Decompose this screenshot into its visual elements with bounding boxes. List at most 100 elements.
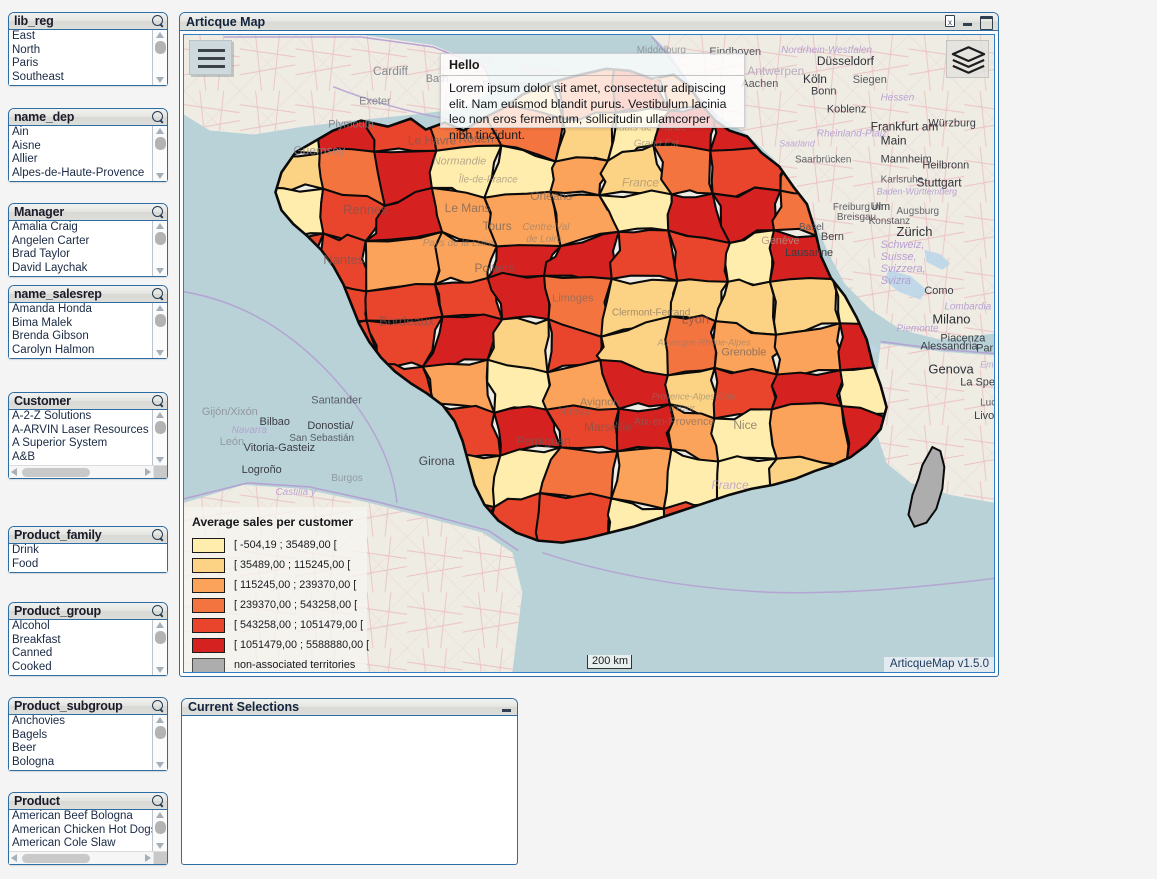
- list-item[interactable]: Angelen Carter: [9, 235, 152, 249]
- scrollbar-thumb[interactable]: [22, 854, 90, 863]
- list-item[interactable]: Brad Taylor: [9, 248, 152, 262]
- vertical-scrollbar[interactable]: [153, 715, 167, 770]
- search-icon[interactable]: [150, 205, 165, 220]
- list-item[interactable]: Bagels: [9, 729, 152, 743]
- list-item[interactable]: Alcohol: [9, 620, 152, 634]
- list-item[interactable]: North: [9, 44, 152, 58]
- list-item[interactable]: Southeast: [9, 71, 152, 85]
- listbox-items-name-dep[interactable]: Ain Aisne Allier Alpes-de-Haute-Provence: [9, 126, 153, 181]
- vertical-scrollbar[interactable]: [153, 303, 167, 358]
- scrollbar-thumb[interactable]: [155, 821, 166, 834]
- scroll-down-arrow-icon[interactable]: [155, 348, 165, 357]
- menu-icon[interactable]: [189, 40, 232, 75]
- vertical-scrollbar[interactable]: [153, 810, 167, 851]
- listbox-title-bar-manager[interactable]: Manager: [9, 204, 167, 221]
- scrollbar-thumb[interactable]: [155, 232, 166, 245]
- list-item[interactable]: American Chicken Hot Dogs: [9, 824, 152, 838]
- list-item[interactable]: East: [9, 30, 152, 44]
- list-item[interactable]: Aisne: [9, 140, 152, 154]
- listbox-items-product-family[interactable]: Drink Food: [9, 544, 167, 572]
- listbox-items-product-subgroup[interactable]: Anchovies Bagels Beer Bologna: [9, 715, 153, 770]
- list-item[interactable]: Allier: [9, 153, 152, 167]
- search-icon[interactable]: [150, 794, 165, 809]
- list-item[interactable]: Bologna: [9, 756, 152, 770]
- scroll-down-arrow-icon[interactable]: [155, 455, 165, 464]
- list-item[interactable]: Drink: [9, 544, 167, 558]
- list-item[interactable]: David Laychak: [9, 262, 152, 276]
- scroll-up-arrow-icon[interactable]: [155, 304, 165, 313]
- list-item[interactable]: American Cole Slaw: [9, 837, 152, 851]
- list-item[interactable]: Anchovies: [9, 715, 152, 729]
- scrollbar-thumb[interactable]: [155, 137, 166, 150]
- list-item[interactable]: Alpes-de-Haute-Provence: [9, 167, 152, 181]
- list-item[interactable]: American Beef Bologna: [9, 810, 152, 824]
- listbox-items-manager[interactable]: Amalia Craig Angelen Carter Brad Taylor Dav…: [9, 221, 153, 276]
- list-item[interactable]: Food: [9, 558, 167, 572]
- scroll-down-arrow-icon[interactable]: [155, 665, 165, 674]
- list-item[interactable]: A&B: [9, 451, 152, 465]
- scroll-up-arrow-icon[interactable]: [155, 222, 165, 231]
- listbox-title-bar-product-family[interactable]: Product_family: [9, 527, 167, 544]
- horizontal-scrollbar[interactable]: [9, 851, 167, 864]
- list-item[interactable]: Canned: [9, 647, 152, 661]
- listbox-title-bar-name-dep[interactable]: name_dep: [9, 109, 167, 126]
- vertical-scrollbar[interactable]: [153, 30, 167, 85]
- scroll-left-arrow-icon[interactable]: [11, 854, 20, 863]
- scroll-right-arrow-icon[interactable]: [142, 854, 151, 863]
- list-item[interactable]: Bima Malek: [9, 317, 152, 331]
- listbox-items-name-salesrep[interactable]: Amanda Honda Bima Malek Brenda Gibson Carol…: [9, 303, 153, 358]
- listbox-items-customer[interactable]: A-2-Z Solutions A-ARVIN Laser Resources A …: [9, 410, 153, 465]
- vertical-scrollbar[interactable]: [153, 221, 167, 276]
- list-item[interactable]: Amalia Craig: [9, 221, 152, 235]
- search-icon[interactable]: [150, 394, 165, 409]
- scrollbar-thumb[interactable]: [155, 314, 166, 327]
- scrollbar-thumb[interactable]: [22, 468, 90, 477]
- vertical-scrollbar[interactable]: [153, 126, 167, 181]
- horizontal-scrollbar[interactable]: [9, 465, 167, 478]
- search-icon[interactable]: [150, 110, 165, 125]
- search-icon[interactable]: [150, 14, 165, 29]
- list-item[interactable]: Breakfast: [9, 634, 152, 648]
- scroll-down-arrow-icon[interactable]: [155, 266, 165, 275]
- current-selections-title-bar[interactable]: Current Selections: [182, 699, 517, 716]
- scroll-up-arrow-icon[interactable]: [155, 411, 165, 420]
- scroll-down-arrow-icon[interactable]: [155, 75, 165, 84]
- listbox-title-bar-product-subgroup[interactable]: Product_subgroup: [9, 698, 167, 715]
- list-item[interactable]: Brenda Gibson: [9, 330, 152, 344]
- scrollbar-thumb[interactable]: [155, 421, 166, 434]
- scroll-left-arrow-icon[interactable]: [11, 468, 20, 477]
- vertical-scrollbar[interactable]: [153, 620, 167, 675]
- list-item[interactable]: A-ARVIN Laser Resources: [9, 424, 152, 438]
- list-item[interactable]: Beer: [9, 742, 152, 756]
- scroll-up-arrow-icon[interactable]: [155, 716, 165, 725]
- scroll-down-arrow-icon[interactable]: [155, 760, 165, 769]
- scroll-up-arrow-icon[interactable]: [155, 811, 165, 820]
- list-item[interactable]: Carolyn Halmon: [9, 344, 152, 358]
- current-selections-list[interactable]: [184, 718, 515, 862]
- listbox-title-bar-product-group[interactable]: Product_group: [9, 603, 167, 620]
- search-icon[interactable]: [150, 604, 165, 619]
- map-title-bar[interactable]: Articque Map: [180, 13, 998, 31]
- listbox-items-lib-reg[interactable]: East North Paris Southeast: [9, 30, 153, 85]
- scrollbar-thumb[interactable]: [155, 726, 166, 739]
- search-icon[interactable]: [150, 287, 165, 302]
- maximize-icon[interactable]: [979, 15, 993, 30]
- listbox-title-bar-lib-reg[interactable]: lib_reg: [9, 13, 167, 30]
- listbox-items-product[interactable]: American Beef Bologna American Chicken Ho…: [9, 810, 153, 851]
- listbox-items-product-group[interactable]: Alcohol Breakfast Canned Cooked: [9, 620, 153, 675]
- vertical-scrollbar[interactable]: [153, 410, 167, 465]
- minimize-icon[interactable]: [961, 15, 974, 28]
- scroll-up-arrow-icon[interactable]: [155, 127, 165, 136]
- scroll-down-arrow-icon[interactable]: [155, 171, 165, 180]
- list-item[interactable]: Ain: [9, 126, 152, 140]
- list-item[interactable]: A Superior System: [9, 437, 152, 451]
- search-icon[interactable]: [150, 699, 165, 714]
- scroll-down-arrow-icon[interactable]: [155, 841, 165, 850]
- copy-to-clipboard-icon[interactable]: [943, 15, 956, 28]
- listbox-title-bar-name-salesrep[interactable]: name_salesrep: [9, 286, 167, 303]
- list-item[interactable]: Amanda Honda: [9, 303, 152, 317]
- layers-icon[interactable]: [946, 40, 989, 78]
- minimize-icon[interactable]: [500, 701, 513, 714]
- listbox-title-bar-product[interactable]: Product: [9, 793, 167, 810]
- scroll-up-arrow-icon[interactable]: [155, 621, 165, 630]
